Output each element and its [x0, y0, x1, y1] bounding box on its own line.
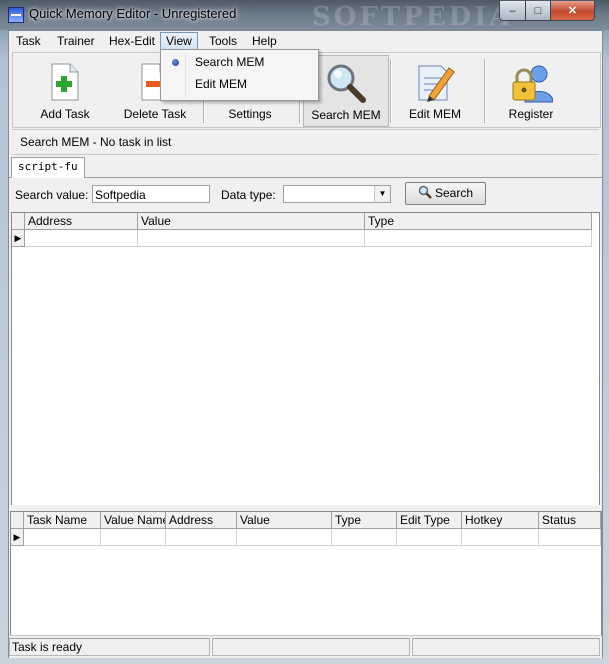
menu-item-label: Search MEM	[195, 55, 265, 69]
header-corner	[11, 512, 24, 529]
title-bar[interactable]: SOFTPEDIA Quick Memory Editor - Unregist…	[0, 0, 609, 32]
column-edit-type[interactable]: Edit Type	[397, 512, 462, 529]
lock-user-icon	[512, 65, 553, 103]
tab-script-fu[interactable]: script-fu	[11, 157, 85, 178]
table-cell[interactable]	[462, 529, 539, 546]
menu-hex-edit[interactable]: Hex-Edit	[104, 32, 160, 50]
search-value-input[interactable]: Softpedia	[92, 185, 210, 203]
app-window: SOFTPEDIA Quick Memory Editor - Unregist…	[0, 0, 609, 664]
data-type-select[interactable]: ▼	[283, 185, 391, 203]
toolbar-separator	[484, 59, 486, 123]
table-cell[interactable]	[101, 529, 166, 546]
row-indicator-icon: ▶	[11, 529, 24, 546]
close-button[interactable]: ✕	[550, 1, 595, 21]
add-task-button[interactable]: Add Task	[19, 55, 111, 125]
watermark: SOFTPEDIA	[312, 2, 513, 32]
status-bar: Task is ready	[9, 635, 602, 658]
menu-bar: Task Trainer Hex-Edit View Tools Help	[9, 31, 602, 52]
status-text: Task is ready	[9, 638, 210, 656]
menu-item-search-mem[interactable]: Search MEM	[163, 52, 314, 73]
register-button[interactable]: Register	[489, 55, 573, 125]
table-cell[interactable]	[24, 529, 101, 546]
app-icon[interactable]	[8, 7, 24, 23]
toolbar-separator	[390, 59, 392, 123]
minimize-button[interactable]: –	[499, 1, 526, 21]
chevron-down-icon[interactable]: ▼	[374, 186, 390, 202]
register-label: Register	[508, 107, 554, 121]
add-task-label: Add Task	[40, 107, 90, 121]
column-status[interactable]: Status	[539, 512, 601, 529]
column-value-name[interactable]: Value Name	[101, 512, 166, 529]
column-value[interactable]: Value	[237, 512, 332, 529]
results-grid[interactable]: Address Value Type ▶	[11, 212, 600, 507]
edit-document-icon	[418, 65, 455, 102]
column-hotkey[interactable]: Hotkey	[462, 512, 539, 529]
magnifier-icon	[327, 64, 366, 103]
status-pane-3	[412, 638, 600, 656]
status-message-bar: Search MEM - No task in list	[12, 129, 599, 155]
menu-task[interactable]: Task	[11, 32, 46, 50]
menu-tools[interactable]: Tools	[204, 32, 242, 50]
window-title: Quick Memory Editor - Unregistered	[29, 6, 237, 21]
data-type-label: Data type:	[221, 188, 276, 202]
menu-item-label: Edit MEM	[195, 77, 248, 91]
table-row[interactable]: ▶	[12, 230, 592, 247]
menu-trainer[interactable]: Trainer	[52, 32, 100, 50]
menu-help[interactable]: Help	[247, 32, 282, 50]
edit-mem-label: Edit MEM	[408, 107, 461, 121]
menu-item-edit-mem[interactable]: Edit MEM	[163, 74, 314, 95]
radio-check-icon	[172, 59, 179, 66]
search-icon	[418, 185, 432, 199]
table-row[interactable]: ▶	[11, 529, 601, 546]
task-tabs: script-fu	[9, 155, 602, 178]
settings-label: Settings	[228, 107, 272, 121]
table-cell[interactable]	[237, 529, 332, 546]
add-task-icon	[51, 63, 79, 101]
client-area: Task Trainer Hex-Edit View Tools Help Ad…	[8, 30, 603, 658]
table-cell[interactable]	[539, 529, 601, 546]
header-corner	[12, 213, 25, 230]
column-type[interactable]: Type	[332, 512, 397, 529]
column-task-name[interactable]: Task Name	[24, 512, 101, 529]
table-cell[interactable]	[397, 529, 462, 546]
delete-task-label: Delete Task	[123, 107, 187, 121]
table-cell[interactable]	[25, 230, 138, 247]
search-value-label: Search value:	[15, 188, 89, 202]
results-grid-header: Address Value Type	[12, 213, 592, 230]
search-button[interactable]: Search	[405, 182, 486, 205]
search-mem-label: Search MEM	[311, 108, 381, 122]
table-cell[interactable]	[332, 529, 397, 546]
table-cell[interactable]	[365, 230, 592, 247]
column-value[interactable]: Value	[138, 213, 365, 230]
edit-mem-button[interactable]: Edit MEM	[393, 55, 477, 125]
search-button-label: Search	[434, 186, 474, 200]
table-cell[interactable]	[138, 230, 365, 247]
column-address[interactable]: Address	[25, 213, 138, 230]
table-cell[interactable]	[166, 529, 237, 546]
search-row: Search value: Softpedia Data type: ▼ Sea…	[9, 181, 602, 209]
task-grid-header: Task Name Value Name Address Value Type …	[11, 512, 601, 529]
maximize-button[interactable]: □	[525, 1, 551, 21]
column-type[interactable]: Type	[365, 213, 592, 230]
task-grid[interactable]: Task Name Value Name Address Value Type …	[10, 511, 602, 637]
view-menu-dropdown: Search MEM Edit MEM	[160, 49, 319, 101]
row-indicator-icon: ▶	[12, 230, 25, 247]
status-message: Search MEM - No task in list	[20, 135, 172, 149]
column-address[interactable]: Address	[166, 512, 237, 529]
status-pane-2	[212, 638, 410, 656]
